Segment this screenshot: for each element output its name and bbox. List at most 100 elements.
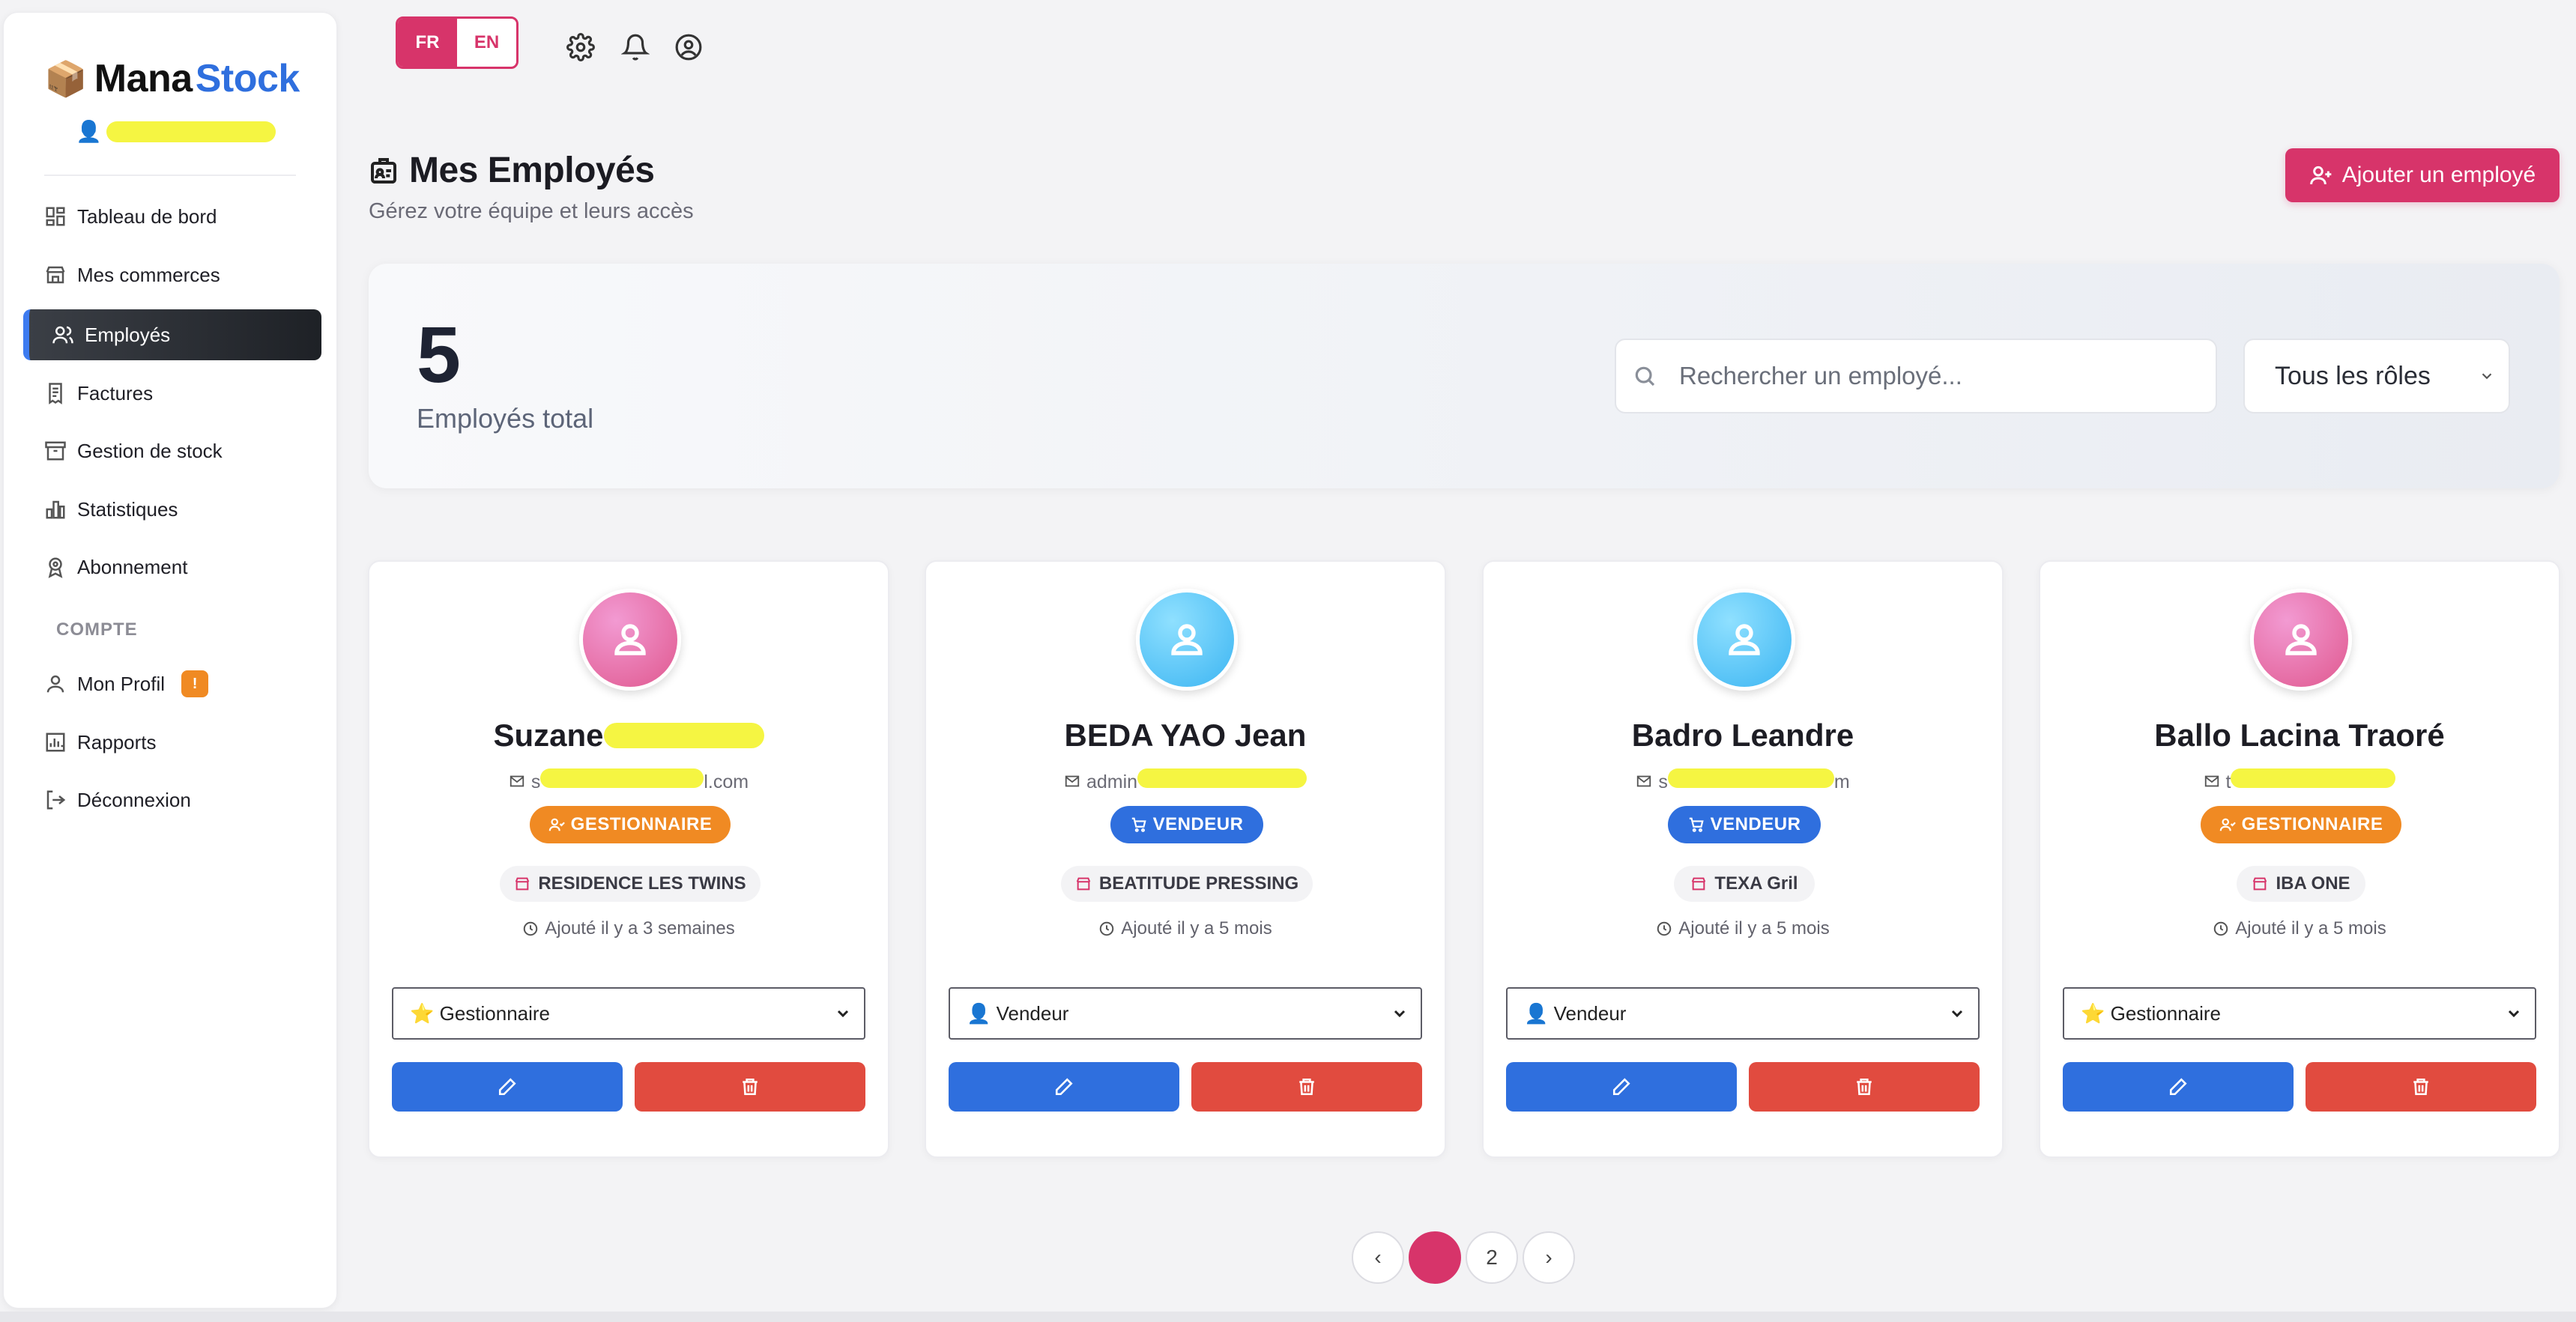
user-avatar-icon [1171, 624, 1203, 655]
pagination: ‹ 1 2 › [1352, 1231, 1575, 1284]
redacted-text [1667, 768, 1834, 788]
role-select[interactable]: ⭐ Gestionnaire [392, 987, 865, 1040]
search-input[interactable] [1679, 362, 2189, 390]
role-select[interactable]: 👤 Vendeur [1506, 987, 1980, 1040]
chevron-down-icon [1394, 1010, 1406, 1018]
delete-button[interactable] [1749, 1062, 1980, 1112]
sidebar-divider [44, 175, 296, 176]
user-avatar-icon [2285, 624, 2317, 655]
page-button-2[interactable]: 2 [1466, 1231, 1518, 1284]
employee-name-text: BEDA YAO Jean [1064, 718, 1307, 753]
users-icon [52, 326, 73, 344]
sidebar-item-label: Statistiques [77, 497, 178, 521]
role-select[interactable]: ⭐ Gestionnaire [2063, 987, 2536, 1040]
delete-button[interactable] [1191, 1062, 1422, 1112]
lang-fr-button[interactable]: FR [398, 19, 457, 67]
store-icon [46, 266, 65, 284]
pencil-icon [1612, 1078, 1630, 1096]
next-page-button[interactable]: › [1523, 1231, 1575, 1284]
sidebar-item-invoices[interactable]: Factures [23, 368, 321, 419]
lang-en-button[interactable]: EN [457, 19, 516, 67]
sidebar-item-label: Abonnement [77, 555, 188, 578]
user-avatar-icon [614, 624, 646, 655]
notifications-button[interactable] [620, 33, 650, 61]
email-prefix: admin [1086, 771, 1138, 792]
store-icon [515, 877, 530, 891]
delete-button[interactable] [2306, 1062, 2536, 1112]
sidebar-item-profile[interactable]: Mon Profil ! [23, 658, 321, 709]
sidebar-item-dashboard[interactable]: Tableau de bord [23, 191, 321, 242]
employee-email: t [2040, 768, 2559, 793]
award-icon [48, 557, 63, 578]
add-employee-button[interactable]: Ajouter un employé [2285, 148, 2560, 202]
search-icon [1635, 366, 1655, 386]
trash-icon [743, 1078, 758, 1096]
email-suffix: m [1833, 771, 1850, 792]
edit-button[interactable] [949, 1062, 1179, 1112]
edit-button[interactable] [392, 1062, 623, 1112]
sidebar-item-employees[interactable]: Employés [23, 309, 321, 360]
brand-logo[interactable]: 📦 Mana Stock [44, 56, 300, 101]
current-user: 👤 [76, 119, 276, 144]
sidebar-item-reports[interactable]: Rapports [23, 717, 321, 768]
pencil-icon [1055, 1078, 1073, 1096]
shop-chip: IBA ONE [2237, 866, 2365, 902]
chevron-down-icon [837, 1010, 849, 1018]
dashboard-icon [46, 207, 65, 226]
pencil-icon [2169, 1078, 2187, 1096]
redacted-text [1137, 768, 1307, 788]
profile-warning-badge: ! [181, 670, 209, 697]
store-icon [2253, 877, 2267, 891]
edit-button[interactable] [2063, 1062, 2294, 1112]
email-prefix: s [530, 771, 541, 792]
added-date: Ajouté il y a 5 mois [926, 918, 1445, 939]
employee-card: Suzane s l.com GESTIONNAIRE RESIDENCE LES… [368, 560, 889, 1158]
role-filter-select[interactable]: Tous les rôles [2243, 339, 2510, 413]
delete-button[interactable] [635, 1062, 865, 1112]
pencil-icon [498, 1078, 516, 1096]
id-badge-icon [371, 157, 396, 184]
sidebar-item-stock[interactable]: Gestion de stock [23, 425, 321, 476]
added-date: Ajouté il y a 5 mois [2040, 918, 2559, 939]
employee-card: BEDA YAO Jean admin VENDEUR BEATITUDE PR… [925, 560, 1446, 1158]
added-date: Ajouté il y a 3 semaines [369, 918, 888, 939]
shop-name: RESIDENCE LES TWINS [538, 873, 746, 894]
sidebar-item-statistics[interactable]: Statistiques [23, 484, 321, 535]
added-date-text: Ajouté il y a 5 mois [1121, 918, 1272, 939]
page-button-1[interactable]: 1 [1409, 1231, 1461, 1284]
brand-name-part2: Stock [195, 57, 300, 100]
report-icon [46, 733, 65, 752]
role-badge-label: VENDEUR [1710, 814, 1801, 834]
page-subtitle: Gérez votre équipe et leurs accès [369, 199, 694, 223]
sidebar-item-label: Factures [77, 381, 154, 404]
redacted-text [2231, 768, 2396, 788]
invoice-icon [49, 383, 62, 404]
employee-name: BEDA YAO Jean [926, 718, 1445, 754]
sidebar-item-subscription[interactable]: Abonnement [23, 542, 321, 592]
settings-button[interactable] [566, 33, 595, 61]
sidebar-item-logout[interactable]: Déconnexion [23, 774, 321, 825]
account-button[interactable] [674, 33, 703, 61]
sidebar-item-label: Mon Profil [77, 672, 166, 695]
store-icon [1692, 877, 1706, 891]
redacted-text [603, 723, 764, 748]
chevron-down-icon [2508, 1010, 2520, 1018]
sidebar-item-stores[interactable]: Mes commerces [23, 249, 321, 300]
store-icon [1076, 877, 1091, 891]
clock-icon [1657, 921, 1672, 936]
user-avatar-icon [1729, 624, 1760, 655]
prev-page-button[interactable]: ‹ [1352, 1231, 1404, 1284]
sidebar-item-label: Déconnexion [77, 788, 191, 811]
edit-button[interactable] [1506, 1062, 1737, 1112]
page-title: Mes Employés [369, 150, 655, 191]
section-label-account: COMPTE [56, 619, 138, 640]
shop-name: BEATITUDE PRESSING [1098, 873, 1299, 894]
role-badge-label: GESTIONNAIRE [570, 814, 713, 834]
employee-name: Ballo Lacina Traoré [2040, 718, 2559, 754]
added-date-text: Ajouté il y a 5 mois [1678, 918, 1830, 939]
employee-name: Badro Leandre [1484, 718, 2002, 754]
role-badge: GESTIONNAIRE [2201, 806, 2401, 843]
clock-icon [1100, 921, 1114, 936]
avatar [1693, 589, 1795, 691]
role-select[interactable]: 👤 Vendeur [949, 987, 1422, 1040]
